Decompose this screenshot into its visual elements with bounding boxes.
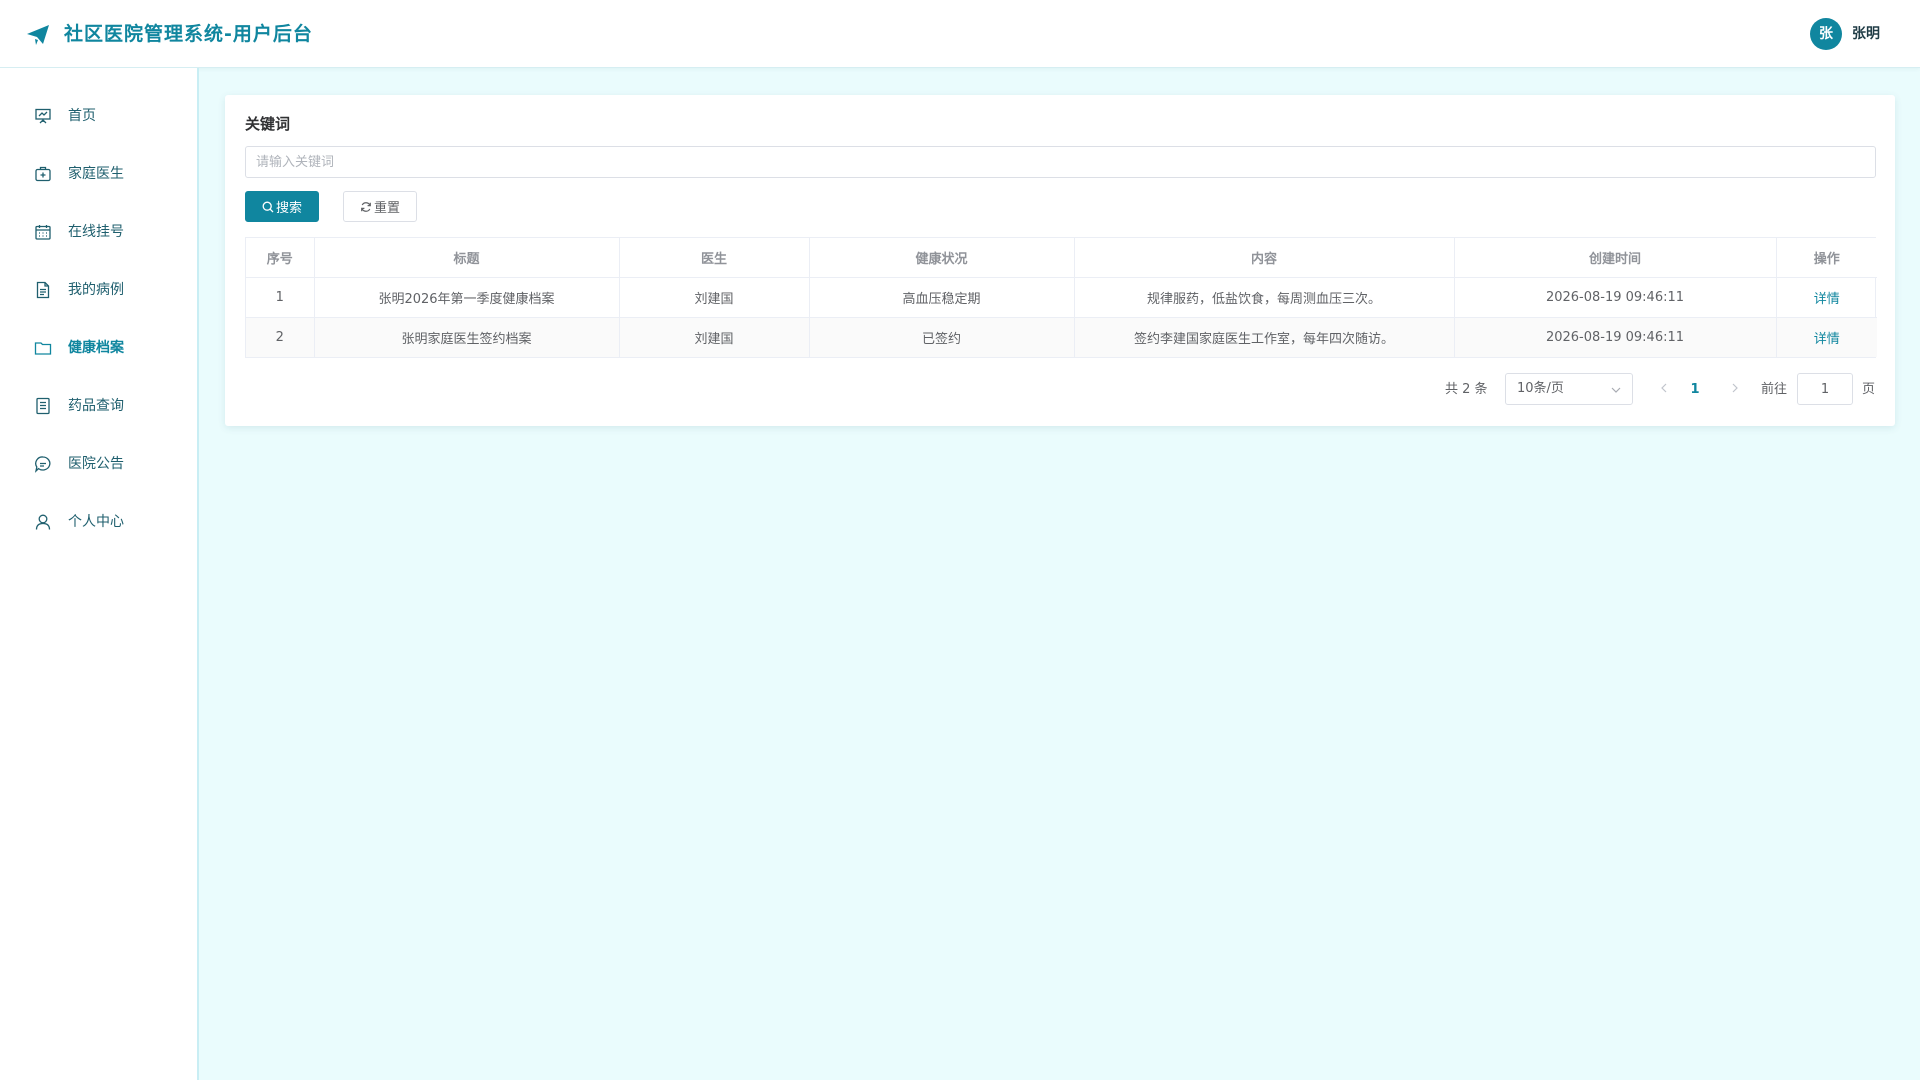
cell-doctor: 刘建国: [619, 317, 810, 357]
column-header-health-status: 健康状况: [809, 238, 1075, 278]
sidebar-item-label: 个人中心: [68, 514, 124, 530]
sidebar-item-label: 健康档案: [68, 340, 124, 356]
health-records-table: 序号 标题 医生 健康状况 内容 创建时间 操作 1 张明2026年第一季度健康…: [245, 237, 1877, 358]
chevron-down-icon: [1611, 387, 1621, 393]
folder-icon: [34, 342, 52, 355]
column-header-created-time: 创建时间: [1454, 238, 1777, 278]
chat-bubble-icon: [34, 456, 51, 473]
sidebar-item-drug-query[interactable]: 药品查询: [0, 384, 197, 428]
details-link[interactable]: 详情: [1814, 292, 1840, 307]
sidebar-item-my-cases[interactable]: 我的病例: [0, 268, 197, 312]
content-card: 关键词 搜索 重置 序号 标题 医生 健康状况 内容 创建时间 操作: [225, 95, 1895, 426]
medical-kit-icon: [35, 166, 51, 182]
sidebar-item-personal-center[interactable]: 个人中心: [0, 500, 197, 544]
cell-index: 1: [246, 277, 315, 318]
column-header-content: 内容: [1074, 238, 1455, 278]
user-icon: [35, 514, 51, 530]
search-icon: [262, 201, 274, 212]
cell-created-time: 2026-08-19 09:46:11: [1454, 317, 1777, 357]
cell-created-time: 2026-08-19 09:46:11: [1454, 277, 1777, 318]
sidebar-item-label: 药品查询: [68, 398, 124, 414]
paper-plane-icon: [27, 25, 49, 45]
table-row: 1 张明2026年第一季度健康档案 刘建国 高血压稳定期 规律服药，低盐饮食，每…: [246, 277, 1877, 318]
cell-health-status: 已签约: [809, 317, 1075, 357]
cell-title: 张明家庭医生签约档案: [314, 317, 620, 357]
sidebar-item-label: 在线挂号: [68, 224, 124, 240]
reset-button-label: 重置: [373, 201, 400, 216]
column-header-actions: 操作: [1776, 238, 1877, 278]
cell-actions: 详情: [1776, 277, 1877, 318]
keyword-input[interactable]: [245, 146, 1876, 178]
sidebar-item-label: 医院公告: [68, 456, 124, 472]
sidebar-item-label: 家庭医生: [68, 166, 124, 182]
prev-page-icon[interactable]: [1657, 381, 1671, 395]
sidebar-item-label: 我的病例: [68, 282, 124, 298]
cell-content: 规律服药，低盐饮食，每周测血压三次。: [1074, 277, 1455, 318]
details-link[interactable]: 详情: [1814, 332, 1840, 347]
top-header: 社区医院管理系统-用户后台 张 张明: [0, 0, 1920, 68]
cell-health-status: 高血压稳定期: [809, 277, 1075, 318]
sidebar: 首页 家庭医生 在线挂号 我的病例 健康档案 药品查询 医院公告 个人中心: [0, 68, 199, 1080]
document-icon: [36, 281, 50, 299]
cell-index: 2: [246, 317, 315, 357]
column-header-title: 标题: [314, 238, 620, 278]
search-button[interactable]: 搜索: [245, 191, 319, 222]
keyword-label: 关键词: [245, 115, 291, 133]
page-suffix: 页: [1862, 382, 1876, 397]
sidebar-item-home[interactable]: 首页: [0, 94, 197, 138]
app-title: 社区医院管理系统-用户后台: [64, 23, 313, 45]
cell-doctor: 刘建国: [619, 277, 810, 318]
table-row: 2 张明家庭医生签约档案 刘建国 已签约 签约李建国家庭医生工作室，每年四次随访…: [246, 317, 1877, 357]
sidebar-item-online-registration[interactable]: 在线挂号: [0, 210, 197, 254]
sidebar-item-label: 首页: [68, 108, 96, 124]
goto-label: 前往: [1761, 382, 1788, 397]
sidebar-item-health-records[interactable]: 健康档案: [0, 326, 197, 370]
column-header-index: 序号: [246, 238, 315, 278]
cell-content: 签约李建国家庭医生工作室，每年四次随访。: [1074, 317, 1455, 357]
next-page-icon[interactable]: [1728, 381, 1742, 395]
user-name[interactable]: 张明: [1852, 24, 1880, 44]
search-button-label: 搜索: [275, 201, 302, 216]
sidebar-item-family-doctor[interactable]: 家庭医生: [0, 152, 197, 196]
cell-actions: 详情: [1776, 317, 1877, 357]
page-size-value: 10条/页: [1517, 381, 1564, 396]
refresh-icon: [361, 201, 371, 212]
page-size-select[interactable]: 10条/页: [1505, 373, 1633, 405]
presentation-chart-icon: [35, 108, 51, 124]
goto-page-input[interactable]: [1797, 373, 1853, 405]
avatar[interactable]: 张: [1810, 18, 1842, 50]
list-document-icon: [36, 397, 50, 415]
sidebar-item-hospital-notices[interactable]: 医院公告: [0, 442, 197, 486]
cell-title: 张明2026年第一季度健康档案: [314, 277, 620, 318]
page-number-current[interactable]: 1: [1683, 375, 1707, 405]
table-header-row: 序号 标题 医生 健康状况 内容 创建时间 操作: [246, 238, 1877, 278]
column-header-doctor: 医生: [619, 238, 810, 278]
pagination-total: 共 2 条: [1445, 382, 1488, 397]
calendar-icon: [35, 225, 51, 240]
reset-button[interactable]: 重置: [343, 191, 417, 222]
